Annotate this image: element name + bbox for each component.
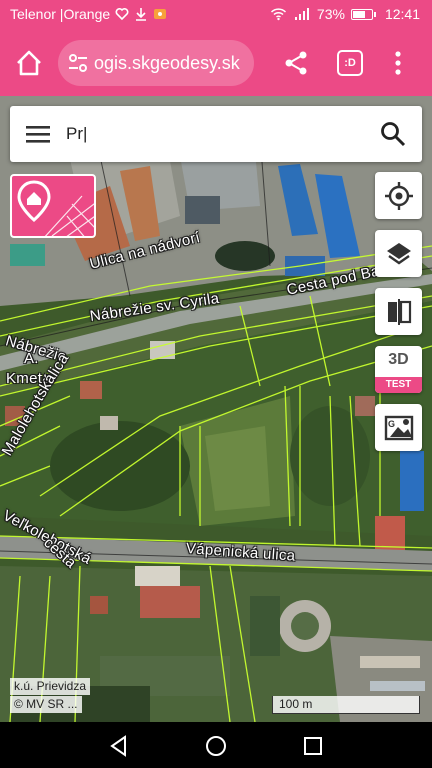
signal-icon bbox=[294, 8, 309, 20]
menu-icon[interactable] bbox=[26, 124, 50, 144]
scale-label: 100 m bbox=[279, 697, 313, 711]
map-view[interactable]: Ulica na nádvorí Cesta pod Banskou Nábre… bbox=[0, 96, 432, 722]
battery-percent: 73% bbox=[316, 6, 345, 22]
battery-icon bbox=[350, 8, 376, 20]
tabs-icon[interactable]: :D bbox=[337, 50, 363, 76]
google-maps-icon: G bbox=[384, 415, 413, 440]
cadastral-area-label: k.ú. Prievidza bbox=[10, 678, 91, 695]
status-bar: Telenor |Orange 73% 12:41 bbox=[0, 0, 432, 30]
search-box bbox=[10, 106, 422, 162]
wifi-icon bbox=[270, 8, 286, 21]
battery-fill bbox=[352, 10, 366, 18]
locate-button[interactable] bbox=[375, 172, 422, 219]
download-icon bbox=[136, 8, 147, 21]
search-input[interactable] bbox=[66, 116, 366, 152]
copyright-label[interactable]: © MV SR ... bbox=[10, 696, 82, 713]
share-icon[interactable] bbox=[283, 50, 309, 76]
layers-button[interactable] bbox=[375, 230, 422, 277]
tabs-label: :D bbox=[344, 57, 356, 69]
browser-toolbar: ogis.skgeodesy.sk :D bbox=[0, 30, 432, 96]
test-badge: TEST bbox=[375, 377, 422, 393]
map-pin-icon bbox=[17, 180, 94, 236]
url-bar[interactable]: ogis.skgeodesy.sk bbox=[58, 40, 254, 86]
clock: 12:41 bbox=[384, 6, 420, 22]
recents-icon[interactable] bbox=[302, 735, 324, 757]
heart-icon bbox=[115, 8, 129, 21]
compare-icon bbox=[387, 298, 411, 325]
3d-button[interactable]: 3D TEST bbox=[375, 346, 422, 393]
system-navigation-bar bbox=[0, 722, 432, 768]
more-vert-icon[interactable] bbox=[388, 50, 408, 76]
street-label-a: A. bbox=[24, 350, 39, 367]
search-icon[interactable] bbox=[380, 121, 406, 147]
home-nav-icon[interactable] bbox=[205, 735, 227, 757]
scale-bar: 100 m bbox=[272, 696, 420, 714]
locate-icon bbox=[384, 181, 413, 210]
svg-text:G: G bbox=[388, 419, 395, 429]
home-icon[interactable] bbox=[14, 48, 44, 78]
url-text: ogis.skgeodesy.sk bbox=[94, 52, 240, 73]
3d-label: 3D bbox=[388, 351, 409, 368]
basemap-thumbnail[interactable] bbox=[10, 174, 96, 238]
compare-button[interactable] bbox=[375, 288, 422, 335]
site-settings-icon[interactable] bbox=[66, 51, 90, 75]
carrier-text: Telenor |Orange bbox=[10, 6, 111, 22]
google-maps-button[interactable]: G bbox=[375, 404, 422, 451]
back-icon[interactable] bbox=[108, 735, 130, 757]
notification-icon bbox=[154, 9, 167, 19]
layers-icon bbox=[386, 242, 411, 264]
